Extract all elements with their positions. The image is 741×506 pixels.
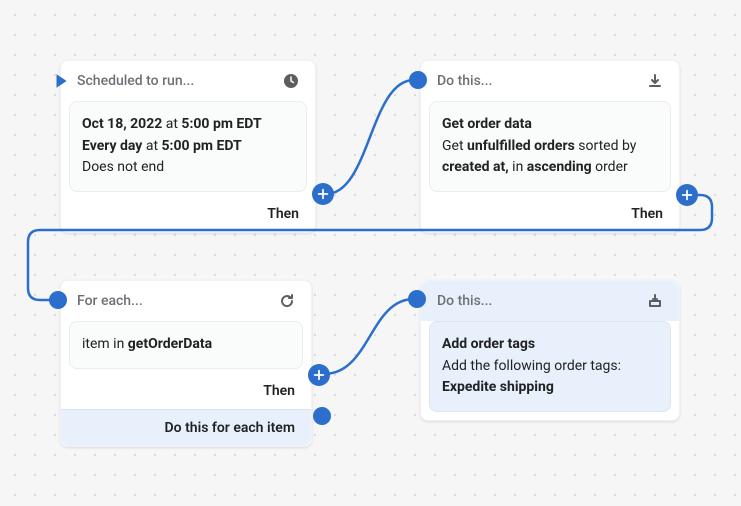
action-label: Do this... — [437, 293, 492, 309]
play-icon — [52, 72, 70, 94]
action-title: Get order data — [442, 114, 658, 136]
foreach-card[interactable]: For each... item in getOrderData Then Do… — [60, 280, 312, 447]
node-dot — [408, 290, 426, 308]
clock-icon — [283, 73, 299, 89]
download-icon — [647, 73, 663, 89]
then-label: Then — [61, 377, 311, 409]
foreach-label: For each... — [77, 293, 143, 309]
foreach-header: For each... — [61, 281, 311, 321]
trigger-label: Scheduled to run... — [77, 73, 194, 89]
action-body: Add order tags Add the following order t… — [429, 321, 671, 412]
node-dot — [49, 291, 67, 309]
action-header: Do this... — [421, 281, 679, 321]
trigger-card[interactable]: Scheduled to run... Oct 18, 2022 at 5:00… — [60, 60, 316, 233]
add-step-button[interactable] — [308, 364, 330, 386]
trigger-body: Oct 18, 2022 at 5:00 pm EDT Every day at… — [69, 101, 307, 192]
refresh-icon — [279, 293, 295, 309]
trigger-header: Scheduled to run... — [61, 61, 315, 101]
action-card-get-order-data[interactable]: Do this... Get order data Get unfulfille… — [420, 60, 680, 233]
action-header: Do this... — [421, 61, 679, 101]
add-step-button[interactable] — [676, 184, 698, 206]
foreach-body: item in getOrderData — [69, 321, 303, 369]
foreach-footer: Do this for each item — [61, 409, 311, 446]
import-icon — [647, 293, 663, 309]
action-label: Do this... — [437, 73, 492, 89]
action-title: Add order tags — [442, 334, 658, 356]
node-dot — [313, 407, 331, 425]
action-card-add-order-tags[interactable]: Do this... Add order tags Add the follow… — [420, 280, 680, 421]
then-label: Then — [61, 200, 315, 232]
then-label: Then — [421, 200, 679, 232]
action-body: Get order data Get unfulfilled orders so… — [429, 101, 671, 192]
node-dot — [409, 71, 427, 89]
add-step-button[interactable] — [312, 183, 334, 205]
